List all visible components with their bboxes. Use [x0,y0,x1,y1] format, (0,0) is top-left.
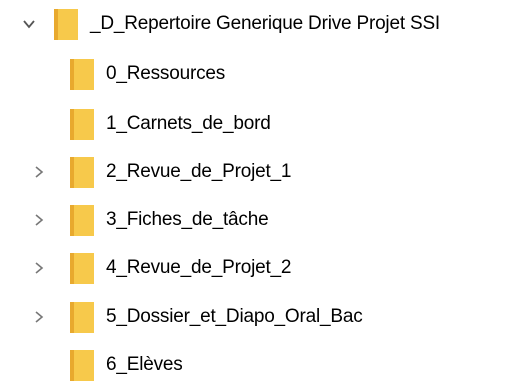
folder-icon [68,154,96,190]
folder-tree: _D_Repertoire Generique Drive Projet SSI… [0,0,514,381]
tree-row-0-ressources[interactable]: 0_Ressources [0,50,514,98]
folder-label: 0_Ressources [106,63,226,84]
tree-row-1-carnets-de-bord[interactable]: 1_Carnets_de_bord [0,100,514,148]
chevron-right-icon[interactable] [32,165,46,179]
folder-label: 5_Dossier_et_Diapo_Oral_Bac [106,306,363,327]
folder-label: _D_Repertoire Generique Drive Projet SSI [90,13,441,34]
folder-label: 3_Fiches_de_tâche [106,209,269,230]
folder-label: 4_Revue_de_Projet_2 [106,257,292,278]
folder-icon [68,347,96,383]
folder-icon [68,106,96,142]
tree-row-6-eleves[interactable]: 6_Elèves [0,341,514,389]
tree-row-3-fiches-de-tache[interactable]: 3_Fiches_de_tâche [0,196,514,244]
folder-icon [68,56,96,92]
folder-icon [52,6,80,42]
chevron-right-icon[interactable] [32,310,46,324]
tree-row-4-revue-de-projet-2[interactable]: 4_Revue_de_Projet_2 [0,244,514,292]
folder-label: 6_Elèves [106,354,183,375]
chevron-down-icon[interactable] [22,17,36,31]
tree-row-root[interactable]: _D_Repertoire Generique Drive Projet SSI [0,0,514,48]
folder-label: 2_Revue_de_Projet_1 [106,161,292,182]
chevron-right-icon[interactable] [32,213,46,227]
folder-icon [68,299,96,335]
folder-label: 1_Carnets_de_bord [106,113,271,134]
folder-icon [68,202,96,238]
tree-row-2-revue-de-projet-1[interactable]: 2_Revue_de_Projet_1 [0,148,514,196]
tree-row-5-dossier-et-diapo-oral-bac[interactable]: 5_Dossier_et_Diapo_Oral_Bac [0,293,514,341]
chevron-right-icon[interactable] [32,261,46,275]
folder-icon [68,250,96,286]
